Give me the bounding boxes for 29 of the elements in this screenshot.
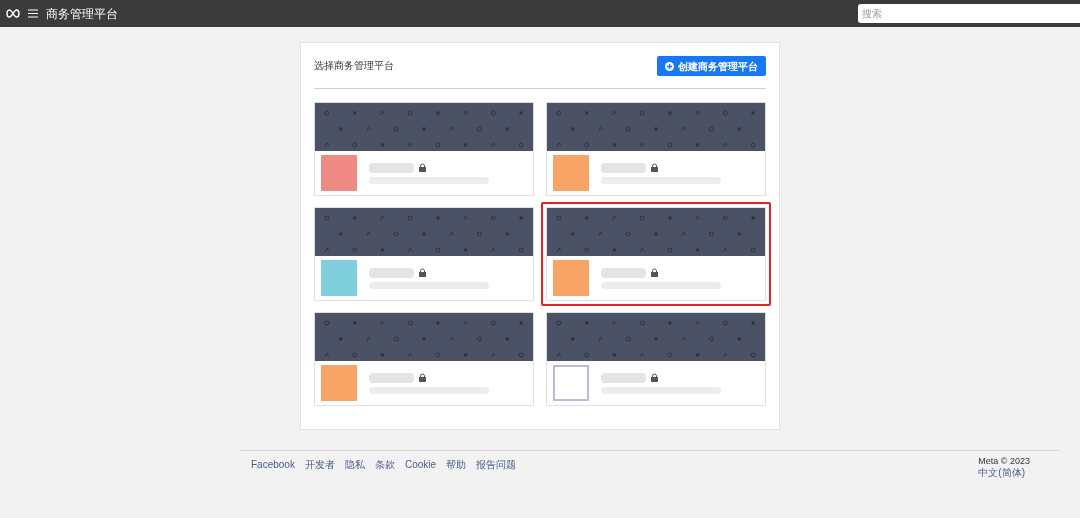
- lock-icon: [650, 268, 659, 277]
- blurred-name: [369, 267, 414, 278]
- footer-link[interactable]: Facebook: [251, 457, 295, 478]
- panel-heading: 选择商务管理平台: [314, 59, 394, 73]
- plus-icon: [665, 61, 674, 71]
- footer-link[interactable]: 开发者: [304, 457, 335, 478]
- lock-icon: [418, 268, 427, 277]
- logo-icon[interactable]: [6, 9, 20, 18]
- account-card[interactable]: [541, 202, 771, 306]
- footer-link[interactable]: 条款: [374, 457, 395, 478]
- footer-link[interactable]: Cookie: [404, 457, 437, 478]
- footer-link[interactable]: 隐私: [344, 457, 365, 478]
- copyright: Meta © 2023: [978, 456, 1030, 467]
- lock-icon: [650, 163, 659, 172]
- footer-link[interactable]: 报告问题: [476, 457, 517, 478]
- create-button[interactable]: 创建商务管理平台: [657, 56, 766, 76]
- app-title: 商务管理平台: [46, 5, 118, 23]
- blurred-name: [601, 267, 646, 278]
- language-link[interactable]: 中文(简体): [978, 467, 1030, 478]
- blurred-name: [601, 162, 646, 173]
- lock-icon: [418, 163, 427, 172]
- search-field[interactable]: 搜索: [858, 4, 1080, 23]
- lock-icon: [418, 373, 427, 382]
- lock-icon: [650, 373, 659, 382]
- footer-link[interactable]: 帮助: [446, 457, 467, 478]
- blurred-name: [369, 162, 414, 173]
- blurred-name: [369, 372, 414, 383]
- blurred-name: [601, 372, 646, 383]
- menu-icon[interactable]: [28, 9, 38, 18]
